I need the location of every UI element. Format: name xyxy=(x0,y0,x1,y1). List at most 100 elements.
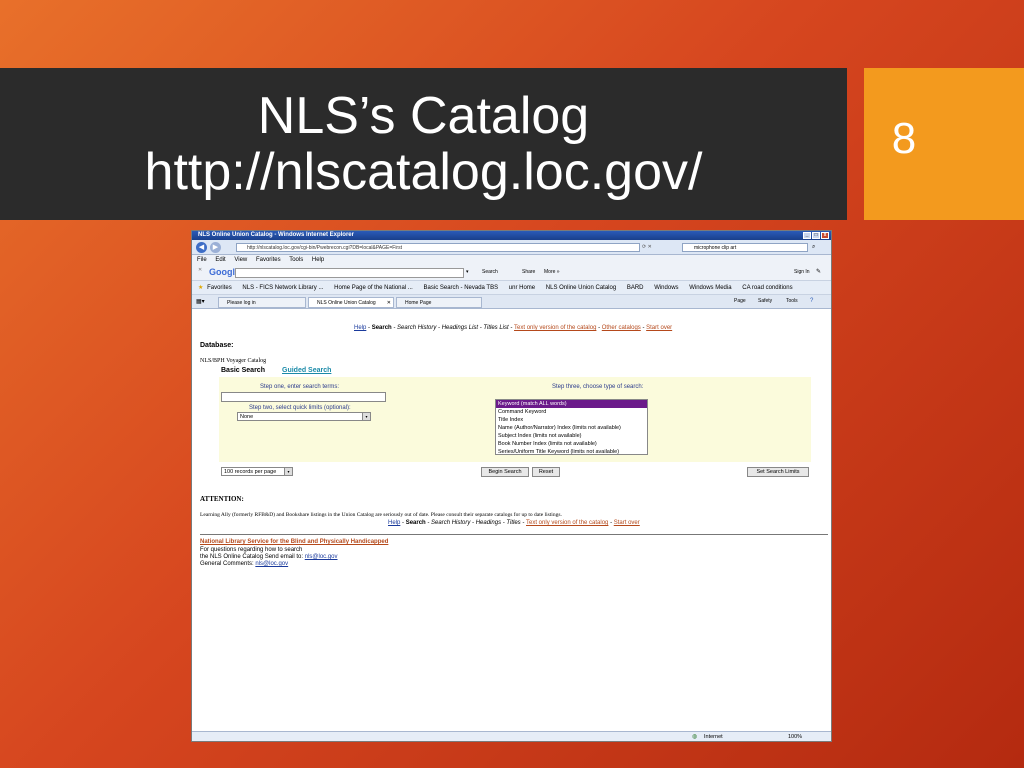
chevron-down-icon: ▾ xyxy=(362,413,370,420)
slide-number: 8 xyxy=(891,114,917,163)
tab-bar: ▦▾ Please log in NLS Online Union Catalo… xyxy=(192,295,831,309)
menu-file[interactable]: File xyxy=(197,257,207,263)
database-name: NLS/BPH Voyager Catalog xyxy=(200,358,267,364)
favorites-button[interactable]: Favorites xyxy=(207,285,232,291)
menu-bar: File Edit View Favorites Tools Help xyxy=(192,255,831,265)
close-toolbar-icon[interactable]: ✕ xyxy=(198,267,202,273)
text-only-link[interactable]: Text only version of the catalog xyxy=(514,325,596,331)
menu-help[interactable]: Help xyxy=(312,257,324,263)
bottom-nav-links: Help - Search - Search History - Heading… xyxy=(388,520,640,526)
close-icon[interactable]: x xyxy=(821,232,829,239)
search-terms-input[interactable] xyxy=(221,392,386,402)
footer-email-link[interactable]: nls@loc.gov xyxy=(305,554,338,560)
search-type-option[interactable]: Book Number Index (limits not available) xyxy=(496,440,647,448)
google-dropdown-icon[interactable]: ▾ xyxy=(466,269,469,275)
tab-nls-catalog[interactable]: NLS Online Union Catalog ✕ xyxy=(308,297,394,308)
menu-favorites[interactable]: Favorites xyxy=(256,257,281,263)
top-nav-links: Help - Search - Search History - Heading… xyxy=(354,325,672,331)
search-icon[interactable]: ⌕ xyxy=(812,243,822,252)
favorite-link[interactable]: unr Home xyxy=(509,285,535,291)
search-type-list[interactable]: Keyword (match ALL words) Command Keywor… xyxy=(495,399,648,455)
tool-tools-menu[interactable]: Tools xyxy=(786,298,798,304)
google-toolbar: ✕ Google ▾ Search Share More » Sign In ✎ xyxy=(192,265,831,281)
footer-org-link[interactable]: National Library Service for the Blind a… xyxy=(200,539,388,545)
search-type-option[interactable]: Keyword (match ALL words) xyxy=(496,400,647,408)
search-link[interactable]: Search xyxy=(372,325,392,331)
refresh-stop-icon[interactable]: ⟳ ✕ xyxy=(642,243,672,252)
browser-screenshot: NLS Online Union Catalog - Windows Inter… xyxy=(191,230,832,742)
window-titlebar: NLS Online Union Catalog - Windows Inter… xyxy=(192,231,831,240)
quick-limits-select[interactable]: None ▾ xyxy=(237,412,371,421)
favorite-link[interactable]: Windows xyxy=(654,285,678,291)
favorite-link[interactable]: BARD xyxy=(627,285,644,291)
footer-comments-link[interactable]: nls@loc.gov xyxy=(255,561,288,567)
search-type-option[interactable]: Command Keyword xyxy=(496,408,647,416)
start-over-link[interactable]: Start over xyxy=(646,325,672,331)
favorite-link[interactable]: Basic Search - Nevada TBS xyxy=(424,285,499,291)
search-type-option[interactable]: Subject Index (limits not available) xyxy=(496,432,647,440)
step-two-label: Step two, select quick limits (optional)… xyxy=(249,405,351,411)
quick-tabs-icon[interactable]: ▦▾ xyxy=(196,298,205,305)
google-search-input[interactable] xyxy=(235,268,464,278)
minimize-icon[interactable]: _ xyxy=(803,232,811,239)
other-catalogs-link[interactable]: Other catalogs xyxy=(602,325,641,331)
tool-page-menu[interactable]: Page xyxy=(734,298,746,304)
status-zone: Internet xyxy=(704,734,723,740)
nav-text[interactable]: - Search History - Headings - Titles - xyxy=(426,520,526,526)
google-share-button[interactable]: Share xyxy=(522,269,535,275)
nav-text[interactable]: - Search History - Headings List - Title… xyxy=(392,325,514,331)
url-input[interactable]: http://nlscatalog.loc.gov/cgi-bin/Pwebre… xyxy=(236,243,640,252)
records-per-page-select[interactable]: 100 records per page ▾ xyxy=(221,467,293,476)
text-only-link[interactable]: Text only version of the catalog xyxy=(526,520,608,526)
menu-edit[interactable]: Edit xyxy=(215,257,225,263)
zoom-level[interactable]: 100% xyxy=(788,732,802,741)
search-type-option[interactable]: Name (Author/Narrator) Index (limits not… xyxy=(496,424,647,432)
menu-view[interactable]: View xyxy=(234,257,247,263)
step-one-label: Step one, enter search terms: xyxy=(260,384,340,390)
search-type-option[interactable]: Series/Uniform Title Keyword (limits not… xyxy=(496,448,647,456)
tab-home-page[interactable]: Home Page xyxy=(396,297,482,308)
database-label: Database: xyxy=(200,342,234,349)
chevron-down-icon: ▾ xyxy=(284,468,292,475)
favorite-link[interactable]: NLS - FICS Network Library ... xyxy=(242,285,323,291)
sign-in-link[interactable]: Sign In xyxy=(794,269,810,275)
search-link[interactable]: Search xyxy=(406,520,426,526)
forward-arrow-icon[interactable]: ▶ xyxy=(210,242,221,253)
slide-title-box: NLS’s Catalog http://nlscatalog.loc.gov/ xyxy=(0,68,847,220)
favorites-star-icon[interactable]: ★ xyxy=(198,285,203,291)
google-search-button[interactable]: Search xyxy=(482,269,498,275)
address-bar: ◀ ▶ http://nlscatalog.loc.gov/cgi-bin/Pw… xyxy=(192,240,831,255)
start-over-link[interactable]: Start over xyxy=(614,520,640,526)
close-tab-icon[interactable]: ✕ xyxy=(387,298,391,307)
tab-basic-search[interactable]: Basic Search xyxy=(221,367,265,374)
help-link[interactable]: Help xyxy=(388,520,400,526)
favorite-link[interactable]: CA road conditions xyxy=(742,285,792,291)
tab-label: NLS Online Union Catalog xyxy=(317,300,376,306)
attention-heading: ATTENTION: xyxy=(200,495,244,503)
favorite-link[interactable]: NLS Online Union Catalog xyxy=(546,285,616,291)
attention-text: Learning Ally (formerly RFB&D) and Books… xyxy=(200,512,562,518)
slide-subtitle-url: http://nlscatalog.loc.gov/ xyxy=(144,143,703,201)
menu-tools[interactable]: Tools xyxy=(289,257,303,263)
tool-safety-menu[interactable]: Safety xyxy=(758,298,772,304)
slide-title: NLS’s Catalog xyxy=(257,87,590,145)
tab-guided-search[interactable]: Guided Search xyxy=(282,367,331,374)
google-more-button[interactable]: More » xyxy=(544,269,560,275)
begin-search-button[interactable]: Begin Search xyxy=(481,467,529,477)
search-type-option[interactable]: Title Index xyxy=(496,416,647,424)
reset-button[interactable]: Reset xyxy=(532,467,560,477)
search-input[interactable]: microphone clip art xyxy=(682,243,808,252)
page-content: Help - Search - Search History - Heading… xyxy=(192,309,831,731)
tab-please-log-in[interactable]: Please log in xyxy=(218,297,306,308)
back-arrow-icon[interactable]: ◀ xyxy=(196,242,207,253)
divider xyxy=(200,534,828,535)
favorite-link[interactable]: Windows Media xyxy=(689,285,731,291)
wrench-icon[interactable]: ✎ xyxy=(816,268,821,275)
help-link[interactable]: Help xyxy=(354,325,366,331)
status-bar: ◍ Internet 100% xyxy=(192,731,831,741)
favorite-link[interactable]: Home Page of the National ... xyxy=(334,285,413,291)
set-search-limits-button[interactable]: Set Search Limits xyxy=(747,467,809,477)
footer-email-label: the NLS Online Catalog Send email to: xyxy=(200,554,305,560)
maximize-icon[interactable]: □ xyxy=(812,232,820,239)
help-icon[interactable]: ? xyxy=(810,298,813,304)
